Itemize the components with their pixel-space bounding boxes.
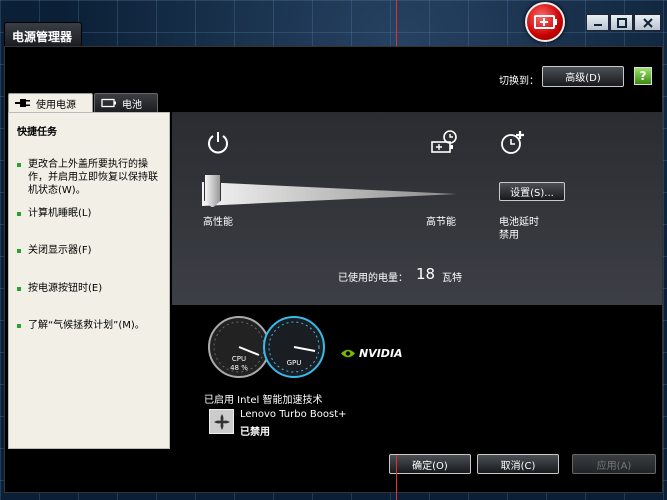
task-power-button[interactable]: 按电源按钮时(E)	[17, 282, 165, 295]
power-icon	[208, 132, 228, 154]
task-label: 计算机睡眠(L)	[28, 208, 92, 219]
turbo-boost-icon[interactable]	[209, 409, 234, 434]
switch-to-label: 切换到：	[499, 76, 539, 87]
nvidia-eye-icon	[341, 349, 355, 358]
task-label: 按电源按钮时(E)	[28, 283, 103, 294]
task-sleep[interactable]: 计算机睡眠(L)	[17, 207, 165, 220]
minimize-icon[interactable]	[586, 14, 609, 31]
battery-app-icon	[525, 2, 565, 42]
help-icon[interactable]: ?	[634, 67, 652, 85]
turbo-boost-name: Lenovo Turbo Boost+	[240, 409, 347, 420]
maximize-icon[interactable]	[610, 14, 633, 31]
nvidia-label: NVIDIA	[359, 347, 403, 360]
window-controls	[585, 14, 661, 31]
power-saver-icon	[431, 130, 457, 153]
settings-button[interactable]: 设置(S)...	[499, 182, 565, 201]
battery-delay-status: 禁用	[499, 230, 519, 241]
used-power-label: 已使用的电量：	[338, 273, 408, 284]
power-saver-label: 高节能	[426, 217, 456, 228]
close-icon[interactable]	[634, 14, 661, 31]
task-label: 更改合上外盖所要执行的操作，并启用立即恢复以保持联机状态(W)。	[28, 159, 158, 196]
apply-button[interactable]: 应用(A)	[572, 454, 656, 474]
tab-power-source-label: 使用电源	[36, 99, 76, 111]
task-label: 了解“气候拯救计划”(M)。	[28, 320, 145, 331]
gpu-gauge-label: GPU	[287, 359, 302, 367]
performance-slider-track[interactable]	[202, 182, 457, 206]
performance-panel: CPU 48 % GPU NVIDIA 已启用 Intel 智能加速技术 Len…	[172, 305, 662, 449]
task-climate-savers[interactable]: 了解“气候拯救计划”(M)。	[17, 319, 165, 332]
cpu-gauge-label: CPU	[232, 355, 246, 363]
tab-battery-label: 电池	[122, 99, 142, 111]
used-power-unit: 瓦特	[442, 273, 462, 284]
advanced-button[interactable]: 高级(D)	[542, 66, 624, 87]
window-title: 电源管理器	[4, 22, 82, 46]
intel-turbo-label: 已启用 Intel 智能加速技术	[204, 395, 323, 406]
tab-power-source[interactable]: 使用电源	[8, 93, 93, 112]
cpu-gauge-value: 48 %	[230, 364, 248, 372]
quick-tasks-title: 快捷任务	[17, 127, 57, 138]
power-plug-icon	[15, 99, 30, 107]
bullet-icon	[17, 249, 21, 253]
gpu-gauge: GPU	[263, 316, 325, 378]
bullet-icon	[17, 163, 21, 167]
battery-icon	[101, 98, 116, 108]
tab-battery[interactable]: 电池	[94, 93, 158, 112]
bullet-icon	[17, 287, 21, 291]
power-plan-panel: 高性能 高节能 设置(S)... 电池延时 禁用 已使用的电量： 18 瓦特	[172, 112, 662, 305]
cancel-button[interactable]: 取消(C)	[477, 454, 559, 474]
used-power-value: 18	[416, 265, 436, 283]
ok-button[interactable]: 确定(O)	[389, 454, 471, 474]
task-turn-off-display[interactable]: 关闭显示器(F)	[17, 244, 165, 257]
task-lid-close[interactable]: 更改合上外盖所要执行的操作，并启用立即恢复以保持联机状态(W)。	[17, 158, 165, 197]
high-performance-label: 高性能	[203, 217, 233, 228]
power-manager-window: 切换到： 高级(D) ? 使用电源 电池 快捷任务 更改合上外盖所要执行的操作，…	[4, 46, 663, 493]
turbo-boost-status: 已禁用	[240, 427, 270, 438]
bullet-icon	[17, 212, 21, 216]
nvidia-logo: NVIDIA	[340, 347, 403, 360]
bullet-icon	[17, 324, 21, 328]
decorative-line	[396, 455, 397, 500]
task-label: 关闭显示器(F)	[28, 245, 92, 256]
quick-tasks-panel: 快捷任务 更改合上外盖所要执行的操作，并启用立即恢复以保持联机状态(W)。 计算…	[8, 112, 170, 449]
battery-delay-icon	[501, 131, 524, 154]
